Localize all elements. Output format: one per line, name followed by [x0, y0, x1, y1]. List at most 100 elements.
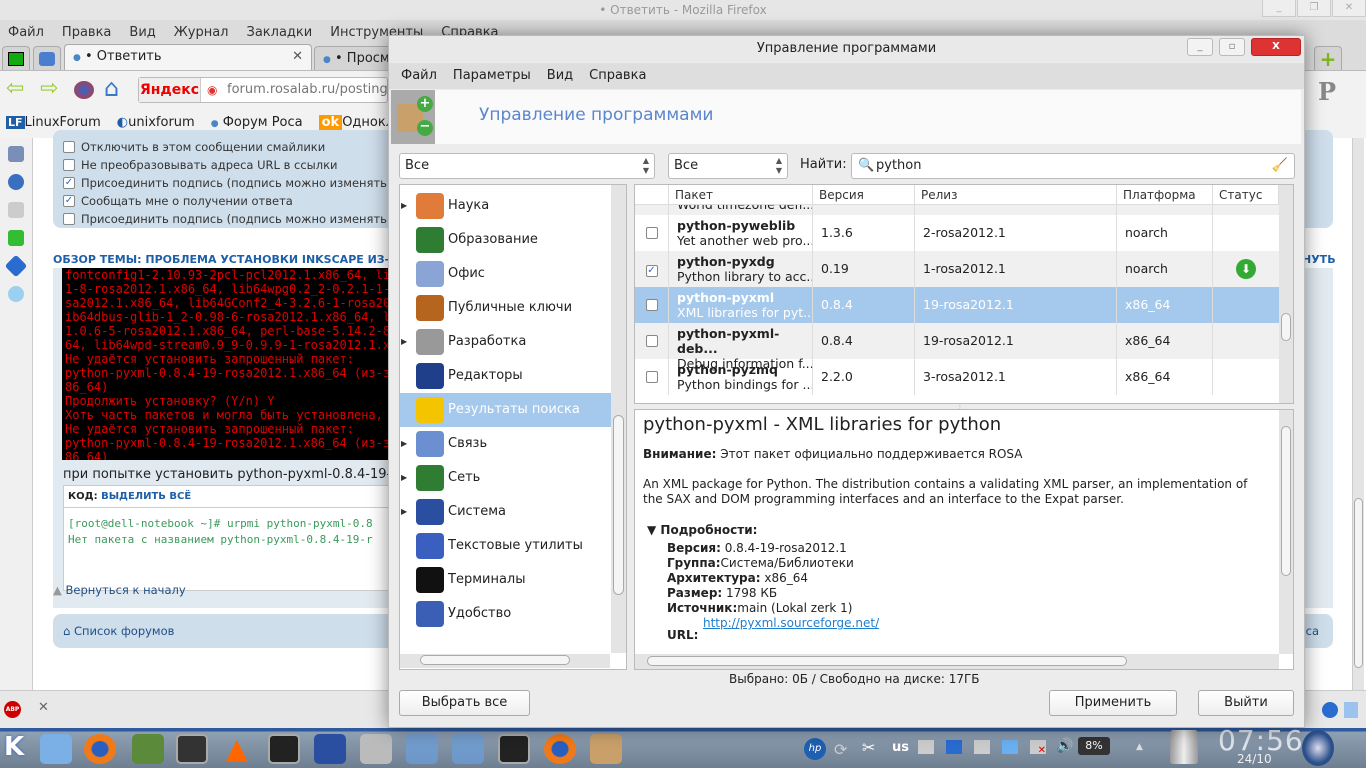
- menu-file[interactable]: Файл: [8, 22, 44, 44]
- clipboard-scissors-icon[interactable]: ✂: [862, 738, 875, 757]
- expand-arrow-icon[interactable]: ▶: [401, 461, 407, 495]
- expand-arrow-icon[interactable]: ▶: [401, 427, 407, 461]
- settings-icon[interactable]: [4, 254, 28, 278]
- battery-indicator[interactable]: 8%: [1078, 737, 1110, 755]
- dialog-maximize-button[interactable]: ▫: [1219, 38, 1245, 56]
- menu-edit[interactable]: Правка: [62, 22, 111, 44]
- network-disconnected-icon[interactable]: ✕: [1030, 740, 1046, 756]
- details-hscrollbar[interactable]: [635, 654, 1279, 669]
- dlg-menu-file[interactable]: Файл: [401, 63, 437, 89]
- dialog-close-button[interactable]: X: [1251, 38, 1301, 56]
- menu-bookmarks[interactable]: Закладки: [247, 22, 313, 44]
- category-item[interactable]: Текстовые утилиты: [400, 529, 612, 563]
- tab-reply[interactable]: ● • Ответить ✕: [64, 44, 312, 72]
- close-window-button[interactable]: ✕: [1332, 0, 1366, 17]
- table-scrollbar[interactable]: [1279, 185, 1293, 403]
- terminal-icon[interactable]: [268, 734, 300, 764]
- collapse-link[interactable]: НУТЬ: [1302, 253, 1336, 266]
- update-icon[interactable]: ⟳: [834, 740, 847, 759]
- adblock-icon[interactable]: ABP: [4, 701, 21, 718]
- package-row[interactable]: python-pyxml XML libraries for pyt... 0.8.…: [635, 287, 1279, 323]
- package-checkbox[interactable]: [645, 299, 658, 311]
- firefox-icon[interactable]: [544, 734, 576, 764]
- info-icon[interactable]: [8, 286, 24, 302]
- vlc-icon[interactable]: ▲: [226, 732, 248, 765]
- rosa-logo-icon[interactable]: [1302, 730, 1334, 766]
- video-player-icon[interactable]: [132, 734, 164, 764]
- restore-button[interactable]: ❐: [1297, 0, 1331, 17]
- new-tab-button[interactable]: +: [1314, 46, 1342, 72]
- details-section-toggle[interactable]: ▼ Подробности:: [647, 523, 1285, 537]
- app-tab-2[interactable]: [33, 46, 61, 72]
- download-icon[interactable]: [8, 202, 24, 218]
- column-release[interactable]: Релиз: [915, 185, 1117, 205]
- category-item[interactable]: Терминалы: [400, 563, 612, 597]
- terminal-icon[interactable]: [498, 734, 530, 764]
- search-engine-button[interactable]: Яндекс: [139, 78, 201, 102]
- checkbox-checked[interactable]: ✓: [63, 177, 75, 189]
- package-row[interactable]: python-pyxml-deb... Debug information f..…: [635, 323, 1279, 371]
- trash-icon[interactable]: [1170, 730, 1198, 764]
- keyboard-layout[interactable]: us: [892, 740, 909, 755]
- hp-icon[interactable]: hp: [804, 738, 826, 760]
- checkbox[interactable]: [63, 141, 75, 153]
- select-all-link[interactable]: ВЫДЕЛИТЬ ВСЁ: [101, 491, 191, 502]
- status-filter-select[interactable]: Все ▲ ▼: [668, 153, 788, 179]
- category-item[interactable]: Офис: [400, 257, 612, 291]
- document-icon[interactable]: [1344, 702, 1358, 718]
- clear-broom-icon[interactable]: 🧹: [1272, 154, 1288, 178]
- expand-arrow-icon[interactable]: ▶: [401, 325, 407, 359]
- menu-history[interactable]: Журнал: [174, 22, 229, 44]
- checkbox-checked[interactable]: ✓: [63, 195, 75, 207]
- home-icon[interactable]: ⌂: [104, 75, 119, 101]
- quit-button[interactable]: Выйти: [1198, 690, 1294, 716]
- expand-arrow-icon[interactable]: ▶: [401, 189, 407, 223]
- package-checkbox[interactable]: [645, 335, 658, 347]
- network-connection-icon[interactable]: [974, 740, 990, 754]
- search-input[interactable]: 🔍 python 🧹: [851, 153, 1295, 179]
- volume-icon[interactable]: 🔊: [1056, 738, 1073, 754]
- site-identity-icon[interactable]: ◉: [207, 83, 217, 97]
- back-to-top-link[interactable]: ▲ Вернуться к началу: [53, 583, 186, 597]
- documents-folder-icon[interactable]: [406, 734, 438, 764]
- category-tree[interactable]: ▶ Наука Образование Офис Публичные ключи ▶ Раз…: [399, 184, 627, 670]
- tab-close-icon[interactable]: ✕: [292, 45, 303, 69]
- details-scrollbar[interactable]: [1279, 410, 1293, 654]
- close-addon-bar-icon[interactable]: ✕: [38, 700, 49, 715]
- package-row[interactable]: ✓ python-pyxdg Python library to acc... 0.1…: [635, 251, 1279, 287]
- file-manager-icon[interactable]: [40, 734, 72, 764]
- bookmark-star-icon[interactable]: [8, 146, 24, 162]
- column-platform[interactable]: Платформа: [1117, 185, 1213, 205]
- minimize-button[interactable]: _: [1262, 0, 1296, 17]
- url-text[interactable]: forum.rosalab.ru/posting.p: [227, 78, 400, 102]
- column-status[interactable]: Статус: [1213, 185, 1279, 205]
- back-icon[interactable]: ⇦: [6, 78, 24, 100]
- network-icon[interactable]: [314, 734, 346, 764]
- clock-date[interactable]: 24/10: [1237, 752, 1272, 766]
- checkbox[interactable]: [63, 213, 75, 225]
- package-manager-icon[interactable]: [590, 734, 622, 764]
- menu-view[interactable]: Вид: [129, 22, 155, 44]
- dialog-minimize-button[interactable]: _: [1187, 38, 1213, 56]
- app-tab-1[interactable]: [2, 46, 30, 72]
- network-connection-icon[interactable]: [918, 740, 934, 754]
- group-filter-select[interactable]: Все ▲ ▼: [399, 153, 655, 179]
- url-bar[interactable]: Яндекс ◉ forum.rosalab.ru/posting.p: [138, 77, 400, 103]
- category-item[interactable]: Результаты поиска: [400, 393, 612, 427]
- planet-icon[interactable]: [74, 81, 94, 99]
- page-scrollbar[interactable]: [1352, 138, 1364, 690]
- firefox-icon[interactable]: [84, 734, 116, 764]
- package-row[interactable]: python-pyzmq Python bindings for ... 2.2.0…: [635, 359, 1279, 395]
- select-all-button[interactable]: Выбрать все: [399, 690, 530, 716]
- checkbox[interactable]: [63, 159, 75, 171]
- addon-icon[interactable]: [1322, 702, 1338, 718]
- package-checkbox[interactable]: [645, 371, 658, 383]
- category-item[interactable]: Редакторы: [400, 359, 612, 393]
- tree-scrollbar[interactable]: [611, 185, 626, 653]
- package-checkbox[interactable]: [645, 227, 658, 239]
- package-row[interactable]: python-pyweblib Yet another web pro... 1.3…: [635, 215, 1279, 251]
- p-addon-icon[interactable]: P: [1318, 77, 1336, 106]
- column-package[interactable]: Пакет: [669, 185, 813, 205]
- downloads-folder-icon[interactable]: [452, 734, 484, 764]
- dlg-menu-view[interactable]: Вид: [547, 63, 573, 89]
